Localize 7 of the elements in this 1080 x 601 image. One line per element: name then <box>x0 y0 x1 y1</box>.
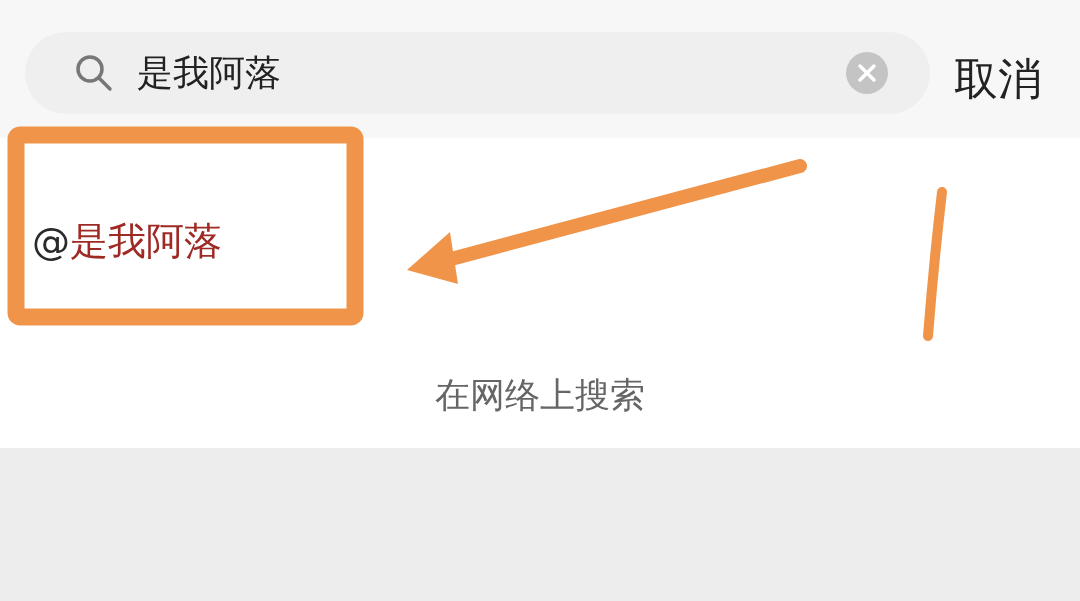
cancel-button[interactable]: 取消 <box>954 46 1042 112</box>
search-field[interactable]: 是我阿落 <box>25 32 930 114</box>
web-search-link[interactable]: 在网络上搜索 <box>429 368 651 423</box>
search-icon <box>75 54 113 92</box>
search-query: 是我阿落 <box>137 51 282 95</box>
mention-link[interactable]: @是我阿落 <box>32 219 222 263</box>
clear-icon[interactable] <box>846 52 888 94</box>
